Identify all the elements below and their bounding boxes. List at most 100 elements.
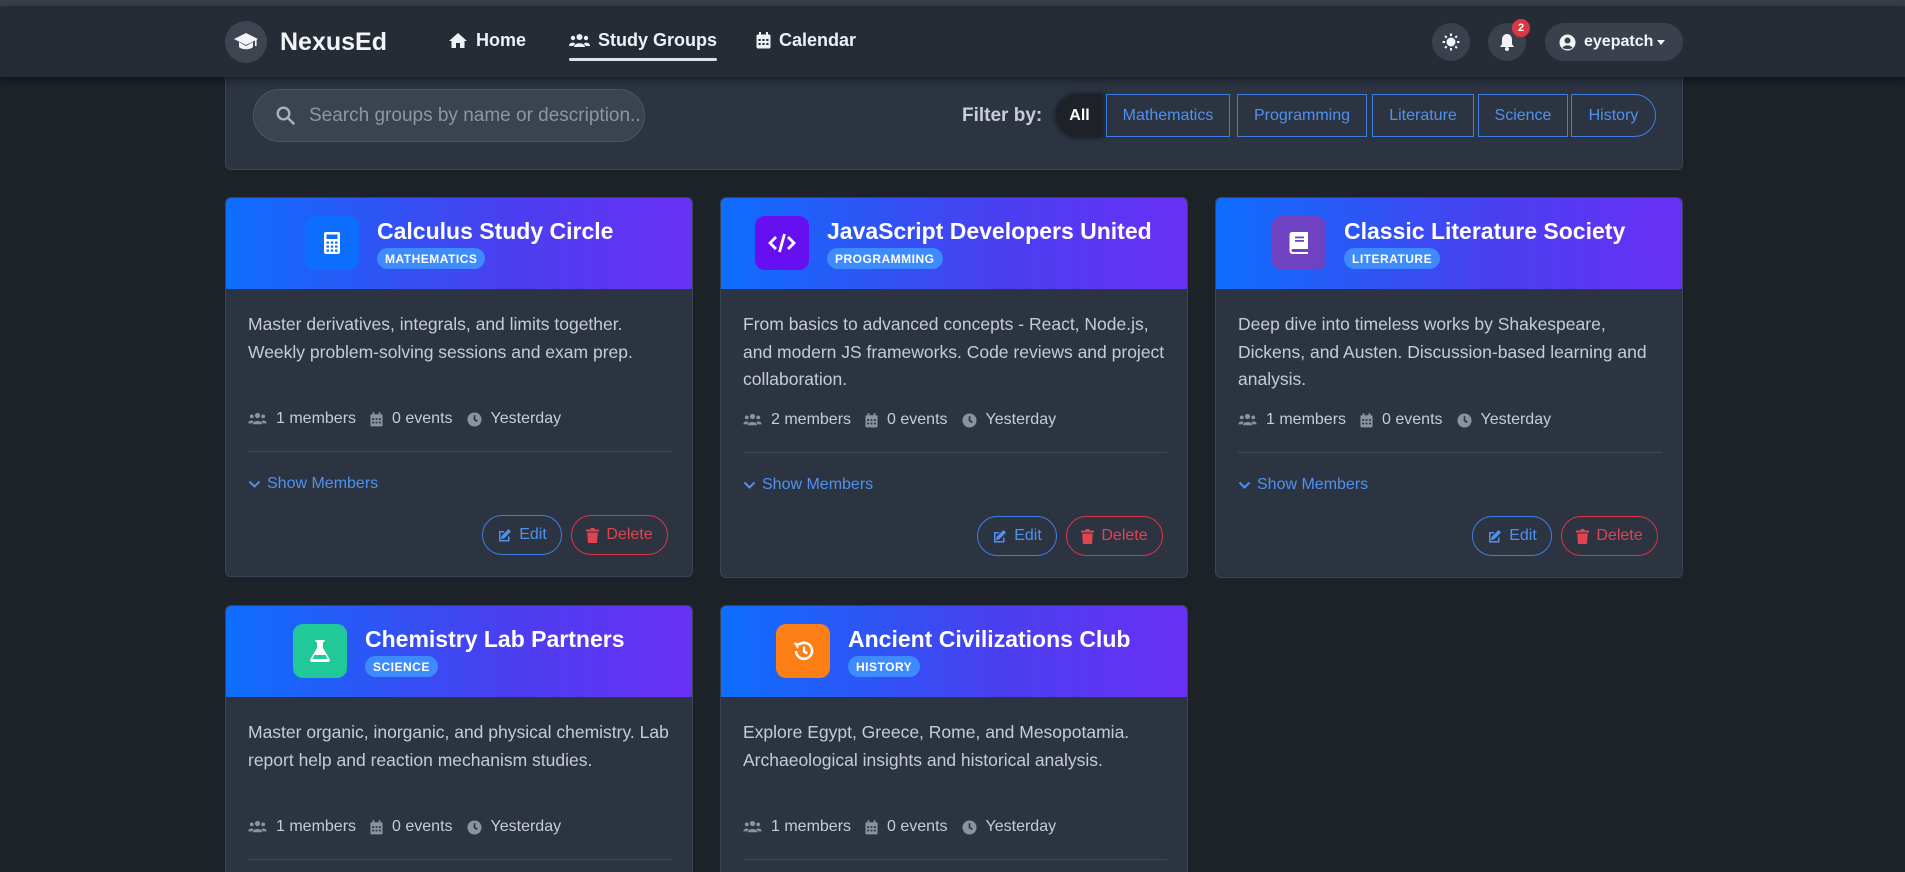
- notification-count-badge: 2: [1512, 19, 1530, 37]
- calendar-icon: [865, 819, 878, 834]
- members-count: 2 members: [771, 411, 852, 428]
- chevron-down-icon: [1657, 39, 1666, 45]
- edit-button[interactable]: Edit: [977, 516, 1057, 556]
- updated-stat: Yesterday: [466, 410, 562, 428]
- clock-icon: [961, 819, 977, 835]
- clock-icon: [1456, 412, 1472, 428]
- category-badge: MATHEMATICS: [377, 248, 486, 269]
- events-count: 0 events: [887, 411, 948, 428]
- divider: [743, 859, 1167, 860]
- events-count: 0 events: [392, 818, 453, 835]
- filter-chip-literature[interactable]: Literature: [1372, 94, 1474, 137]
- group-description: Master derivatives, integrals, and limit…: [248, 314, 633, 362]
- nav-calendar[interactable]: Calendar: [756, 30, 856, 51]
- group-card: Chemistry Lab Partners SCIENCE Master or…: [225, 605, 693, 872]
- divider: [743, 452, 1167, 453]
- show-members-toggle[interactable]: Show Members: [1238, 476, 1368, 494]
- events-stat: 0 events: [370, 818, 453, 836]
- user-menu-button[interactable]: eyepatch: [1545, 23, 1683, 61]
- theme-toggle-button[interactable]: [1432, 23, 1470, 61]
- notifications-button[interactable]: 2: [1488, 19, 1530, 61]
- updated-time: Yesterday: [985, 411, 1057, 428]
- nav-study-groups-label: Study Groups: [598, 30, 718, 50]
- trash-icon: [1576, 528, 1590, 544]
- group-description: Explore Egypt, Greece, Rome, and Mesopot…: [743, 722, 1130, 770]
- edit-icon: [499, 528, 512, 541]
- members-count: 1 members: [1266, 411, 1347, 428]
- group-card: Calculus Study Circle MATHEMATICS Master…: [225, 197, 693, 577]
- group-title: Calculus Study Circle: [377, 218, 614, 244]
- card-header: JavaScript Developers United PROGRAMMING: [721, 198, 1187, 289]
- show-members-toggle[interactable]: Show Members: [743, 476, 873, 494]
- edit-label: Edit: [519, 526, 547, 543]
- updated-stat: Yesterday: [961, 411, 1057, 429]
- nav-study-groups[interactable]: Study Groups: [569, 30, 718, 61]
- show-members-label: Show Members: [762, 476, 874, 493]
- show-members-toggle[interactable]: Show Members: [248, 475, 378, 493]
- clock-icon: [466, 819, 482, 835]
- events-stat: 0 events: [865, 411, 948, 429]
- user-circle-icon: [1559, 34, 1576, 50]
- graduation-cap-icon: [225, 21, 267, 63]
- events-stat: 0 events: [865, 818, 948, 836]
- edit-label: Edit: [1509, 527, 1537, 544]
- clock-icon: [466, 411, 482, 427]
- users-icon: [743, 820, 762, 833]
- updated-time: Yesterday: [490, 410, 562, 427]
- group-description: Master organic, inorganic, and physical …: [248, 722, 669, 770]
- card-header: Classic Literature Society LITERATURE: [1216, 198, 1682, 289]
- updated-time: Yesterday: [985, 818, 1057, 835]
- username: eyepatch: [1584, 33, 1654, 50]
- sun-icon: [1442, 33, 1460, 51]
- users-icon: [569, 33, 590, 47]
- members-stat: 1 members: [743, 818, 851, 836]
- filter-chip-science[interactable]: Science: [1478, 94, 1568, 137]
- nav-home-label: Home: [476, 30, 527, 50]
- delete-label: Delete: [1596, 527, 1643, 544]
- book-icon: [1272, 216, 1326, 270]
- updated-stat: Yesterday: [1456, 411, 1551, 429]
- users-icon: [248, 820, 267, 833]
- flask-icon: [293, 624, 347, 678]
- calculator-icon: [305, 216, 359, 270]
- nav-home[interactable]: Home: [448, 30, 526, 51]
- edit-icon: [1489, 529, 1502, 542]
- events-stat: 0 events: [1360, 411, 1443, 429]
- trash-icon: [1081, 528, 1095, 544]
- edit-button[interactable]: Edit: [1472, 516, 1552, 556]
- filter-chip-all[interactable]: All: [1056, 94, 1103, 137]
- group-card: Classic Literature Society LITERATURE De…: [1215, 197, 1683, 578]
- delete-button[interactable]: Delete: [1561, 516, 1658, 556]
- group-title: Chemistry Lab Partners: [365, 626, 625, 652]
- updated-stat: Yesterday: [466, 818, 562, 836]
- filter-chip-programming[interactable]: Programming: [1237, 94, 1367, 137]
- brand-name: NexusEd: [280, 27, 387, 56]
- chevron-down-icon: [743, 481, 756, 489]
- show-members-label: Show Members: [1257, 476, 1369, 493]
- nav-calendar-label: Calendar: [779, 30, 857, 50]
- edit-button[interactable]: Edit: [482, 515, 562, 555]
- delete-label: Delete: [1101, 527, 1148, 544]
- brand[interactable]: NexusEd: [225, 21, 387, 63]
- members-count: 1 members: [771, 818, 852, 835]
- group-description: From basics to advanced concepts - React…: [743, 314, 1165, 389]
- filter-chip-history[interactable]: History: [1571, 94, 1656, 137]
- delete-button[interactable]: Delete: [1066, 516, 1163, 556]
- search-icon: [276, 106, 295, 125]
- divider: [248, 859, 672, 860]
- delete-button[interactable]: Delete: [571, 515, 668, 555]
- members-stat: 2 members: [743, 411, 851, 429]
- group-meta: 1 members 0 events Yesterday: [248, 818, 575, 836]
- members-count: 1 members: [276, 410, 357, 427]
- filter-chip-mathematics[interactable]: Mathematics: [1106, 94, 1230, 137]
- search-input[interactable]: [309, 104, 639, 127]
- group-meta: 2 members 0 events Yesterday: [743, 411, 1070, 429]
- chevron-down-icon: [248, 480, 261, 488]
- updated-stat: Yesterday: [961, 818, 1057, 836]
- updated-time: Yesterday: [490, 818, 562, 835]
- trash-icon: [586, 527, 600, 543]
- calendar-icon: [756, 32, 771, 49]
- bell-icon: [1500, 34, 1514, 51]
- divider: [248, 451, 672, 452]
- group-meta: 1 members 0 events Yesterday: [743, 818, 1070, 836]
